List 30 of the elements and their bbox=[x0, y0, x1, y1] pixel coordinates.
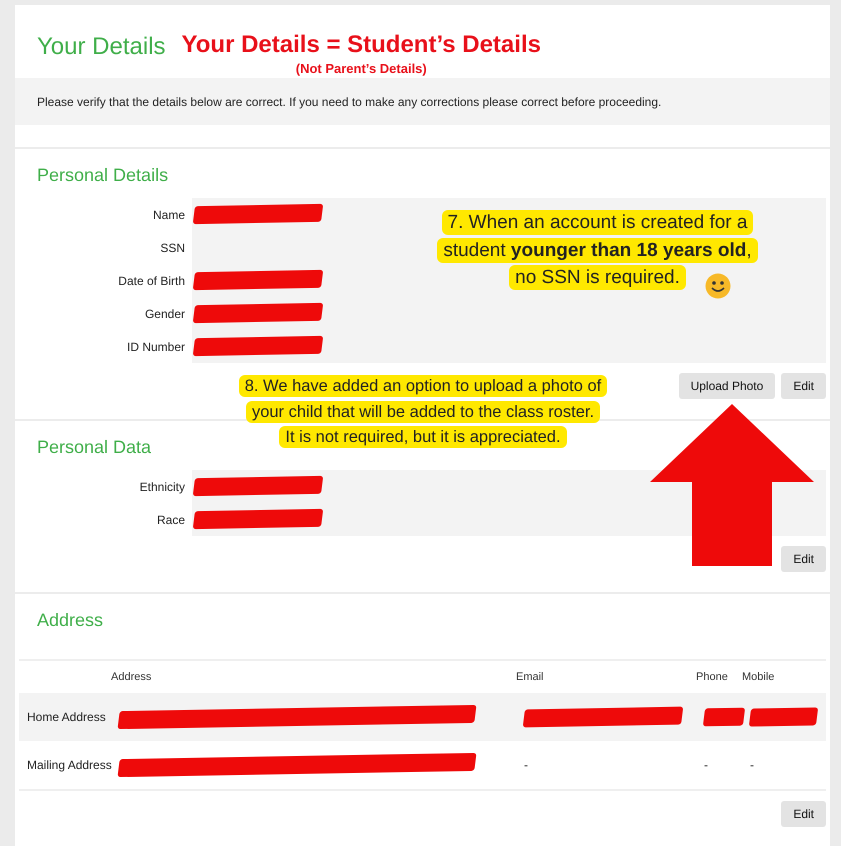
field-label: SSN bbox=[159, 240, 185, 254]
field-label: Date of Birth bbox=[117, 274, 185, 288]
edit-button[interactable]: Edit bbox=[781, 801, 826, 827]
column-header: Mobile bbox=[742, 671, 776, 683]
field-label: Name bbox=[152, 208, 185, 222]
edit-button[interactable]: Edit bbox=[781, 373, 826, 399]
row-label: Mailing Address bbox=[27, 758, 113, 772]
smiley-icon bbox=[705, 273, 731, 299]
table-cell-text: - bbox=[750, 758, 755, 772]
page-title: Your Details bbox=[37, 33, 166, 61]
table-cell-text: - bbox=[704, 758, 709, 772]
section-title: Personal Data bbox=[37, 437, 152, 458]
column-header: Address bbox=[111, 671, 152, 683]
table-cell-text: - bbox=[524, 758, 529, 772]
column-header: Email bbox=[516, 671, 545, 683]
field-label: Race bbox=[156, 512, 185, 526]
callout-note: 7. When an account is created for a student younger than 18 years old, no SSN is required. bbox=[405, 209, 790, 292]
field-label: ID Number bbox=[126, 340, 185, 354]
column-header: Phone bbox=[696, 671, 729, 683]
annotation-subtitle: (Not Parent’s Details) bbox=[296, 61, 427, 76]
notice-text: Please verify that the details below are correct. If you need to make any corrections please correct before proceeding. bbox=[15, 78, 830, 125]
field-label: Ethnicity bbox=[138, 480, 185, 494]
upload-photo-button[interactable]: Upload Photo bbox=[678, 373, 776, 399]
section-title: Personal Details bbox=[37, 165, 168, 186]
row-label: Home Address bbox=[27, 710, 107, 724]
callout-note: 8. We have added an option to upload a photo of your child that will be added to the class roster. It is not required, but it is appreciated. bbox=[198, 374, 648, 451]
field-label: Gender bbox=[144, 306, 185, 320]
edit-button[interactable]: Edit bbox=[781, 546, 826, 572]
annotation-title: Your Details = Student’s Details bbox=[182, 31, 541, 59]
section-title: Address bbox=[37, 610, 104, 631]
